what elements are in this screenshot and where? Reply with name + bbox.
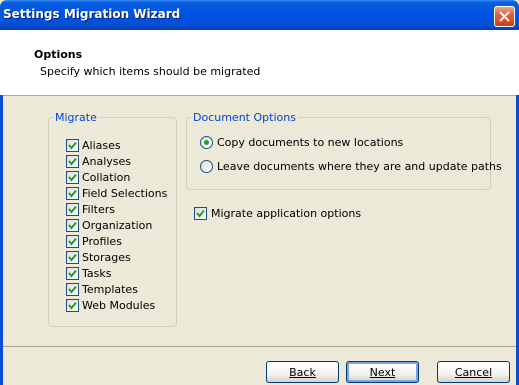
document-options-group: Document Options xyxy=(186,111,491,190)
checkbox[interactable] xyxy=(66,186,79,200)
checkbox[interactable] xyxy=(66,138,79,152)
checkbox-label: Migrate application options xyxy=(211,207,362,220)
back-button-label: Back xyxy=(289,365,316,379)
close-icon xyxy=(499,11,510,22)
migrate-item-storages[interactable]: Storages xyxy=(66,249,167,265)
radio-copy-documents[interactable]: Copy documents to new locations xyxy=(200,136,403,149)
wizard-header: Options Specify which items should be mi… xyxy=(0,30,519,96)
checkbox[interactable] xyxy=(66,298,79,312)
checkbox-label: Aliases xyxy=(82,138,121,152)
migrate-item-web-modules[interactable]: Web Modules xyxy=(66,297,167,313)
checkmark-icon xyxy=(68,205,77,214)
close-button[interactable] xyxy=(494,6,515,27)
radio-selected-dot xyxy=(204,140,209,145)
cancel-button-label: Cancel xyxy=(454,365,493,379)
checkmark-icon xyxy=(196,209,205,218)
migrate-item-organization[interactable]: Organization xyxy=(66,217,167,233)
migrate-item-templates[interactable]: Templates xyxy=(66,281,167,297)
checkbox[interactable] xyxy=(66,154,79,168)
checkbox[interactable] xyxy=(194,207,207,220)
checkbox-label: Collation xyxy=(82,170,131,184)
checkbox-label: Web Modules xyxy=(82,298,156,312)
checkmark-icon xyxy=(68,301,77,310)
migrate-item-filters[interactable]: Filters xyxy=(66,201,167,217)
checkbox[interactable] xyxy=(66,170,79,184)
checkmark-icon xyxy=(68,285,77,294)
checkbox-label: Templates xyxy=(82,282,138,296)
checkbox-label: Tasks xyxy=(82,266,112,280)
migrate-application-options[interactable]: Migrate application options xyxy=(194,207,361,220)
checkmark-icon xyxy=(68,189,77,198)
checkbox[interactable] xyxy=(66,250,79,264)
footer-divider xyxy=(3,346,516,347)
page-title: Options xyxy=(34,48,83,61)
radio-label: Copy documents to new locations xyxy=(217,136,404,149)
checkmark-icon xyxy=(68,173,77,182)
migrate-checklist: Aliases Analyses Collation Field Selecti… xyxy=(66,137,167,313)
checkbox-label: Filters xyxy=(82,202,115,216)
window-frame-left xyxy=(0,95,3,385)
radio-button[interactable] xyxy=(200,136,213,149)
checkmark-icon xyxy=(68,269,77,278)
checkmark-icon xyxy=(68,237,77,246)
back-button[interactable]: Back xyxy=(266,361,339,383)
migrate-item-tasks[interactable]: Tasks xyxy=(66,265,167,281)
checkmark-icon xyxy=(68,221,77,230)
checkmark-icon xyxy=(68,141,77,150)
title-bar: Settings Migration Wizard xyxy=(0,0,519,30)
migrate-item-analyses[interactable]: Analyses xyxy=(66,153,167,169)
checkbox[interactable] xyxy=(66,218,79,232)
page-subtitle: Specify which items should be migrated xyxy=(40,65,261,78)
checkbox-label: Organization xyxy=(82,218,153,232)
next-button[interactable]: Next xyxy=(346,361,419,383)
checkbox[interactable] xyxy=(66,266,79,280)
checkbox[interactable] xyxy=(66,202,79,216)
checkmark-icon xyxy=(68,253,77,262)
migrate-item-collation[interactable]: Collation xyxy=(66,169,167,185)
migrate-item-profiles[interactable]: Profiles xyxy=(66,233,167,249)
radio-label: Leave documents where they are and updat… xyxy=(217,160,502,173)
migrate-item-aliases[interactable]: Aliases xyxy=(66,137,167,153)
next-button-label: Next xyxy=(369,365,396,379)
migrate-item-field-selections[interactable]: Field Selections xyxy=(66,185,167,201)
checkbox-label: Analyses xyxy=(82,154,132,168)
radio-leave-documents[interactable]: Leave documents where they are and updat… xyxy=(200,160,502,173)
checkbox-label: Field Selections xyxy=(82,186,168,200)
migrate-legend: Migrate xyxy=(55,111,97,124)
radio-button[interactable] xyxy=(200,160,213,173)
checkbox[interactable] xyxy=(66,282,79,296)
checkbox[interactable] xyxy=(66,234,79,248)
window-title: Settings Migration Wizard xyxy=(3,7,181,21)
checkbox-label: Profiles xyxy=(82,234,122,248)
cancel-button[interactable]: Cancel xyxy=(437,361,510,383)
checkmark-icon xyxy=(68,157,77,166)
document-options-legend: Document Options xyxy=(193,111,296,124)
checkbox-label: Storages xyxy=(82,250,131,264)
